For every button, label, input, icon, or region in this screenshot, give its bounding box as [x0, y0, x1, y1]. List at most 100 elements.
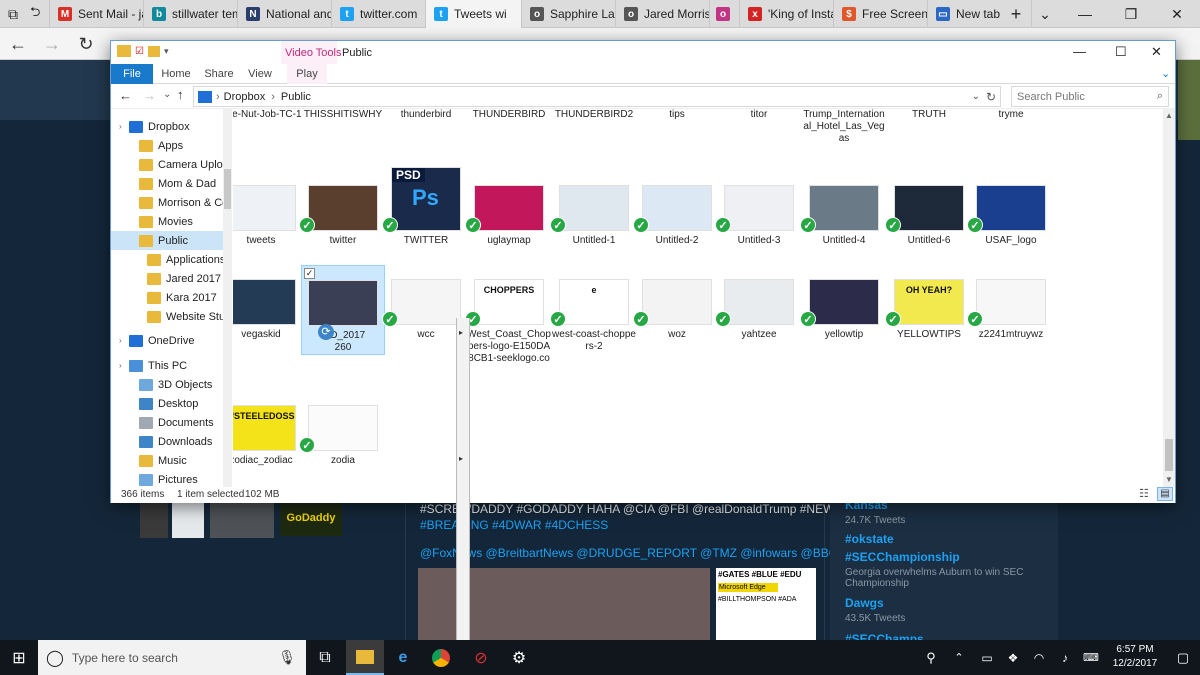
file-item[interactable]: ✓ zodia — [299, 391, 385, 467]
file-item[interactable]: ✓ Untitled-4 — [800, 171, 886, 247]
file-item[interactable]: tryme — [969, 109, 1053, 121]
select-checkbox[interactable]: ✓ — [304, 268, 315, 279]
notifications-icon[interactable]: ▢ — [1164, 640, 1200, 675]
breadcrumb-public[interactable]: Public — [281, 91, 311, 103]
tab-home[interactable]: Home — [157, 64, 195, 84]
expand-ribbon-icon[interactable]: ⌄ — [1161, 67, 1170, 80]
tweet-hashtags[interactable]: #BREAKING #4DWAR #4DCHESS — [420, 518, 608, 532]
refresh-icon[interactable]: ↻ — [74, 32, 98, 56]
browser-tab[interactable]: o Sapphire Las V — [522, 0, 616, 28]
file-item[interactable]: ✓ twitter — [299, 171, 385, 247]
tab-share[interactable]: Share — [201, 64, 237, 84]
new-tab-button[interactable]: + — [1000, 0, 1032, 28]
file-item[interactable]: ✓ Untitled-1 — [550, 171, 636, 247]
file-item[interactable]: ✓ yahtzee — [715, 265, 801, 341]
tweet-media-image[interactable]: #GATES #BLUE #EDU Microsoft Edge #BILLTH… — [716, 568, 816, 640]
file-item[interactable]: ✓vegaskid — [233, 265, 303, 341]
microphone-icon[interactable]: 🎙 — [278, 649, 296, 666]
back-arrow-icon[interactable]: ← — [119, 88, 132, 103]
file-item[interactable]: PSD Ps ✓ TWITTER — [382, 167, 468, 247]
back-arrow-icon[interactable]: ← — [6, 32, 30, 56]
file-item[interactable]: thunderbird — [384, 109, 468, 121]
file-item[interactable]: THUNDERBIRD — [467, 109, 551, 121]
file-item[interactable]: ✓ uglaymap — [465, 171, 551, 247]
nav-item[interactable]: Downloads — [111, 432, 223, 451]
browser-tab[interactable]: t Tweets wi — [426, 0, 522, 28]
nav-item[interactable]: Camera Uploads — [111, 155, 223, 174]
file-item[interactable]: ✓ USAF_logo — [967, 171, 1053, 247]
nav-item[interactable]: Public — [111, 231, 223, 250]
nav-item[interactable]: Kara 2017 — [111, 288, 223, 307]
file-item[interactable]: e ✓ west-coast-choppers-2 — [550, 265, 636, 353]
file-item[interactable]: OH YEAH? ✓ YELLOWTIPS — [885, 265, 971, 341]
trend-tag[interactable]: Dawgs — [845, 596, 884, 610]
browser-tab[interactable]: t twitter.com — [332, 0, 426, 28]
minimize-button[interactable]: — — [1073, 44, 1086, 59]
nav-item[interactable]: Documents — [111, 413, 223, 432]
customize-dropdown-icon[interactable]: ▾ — [164, 46, 169, 57]
tab-play[interactable]: Play — [287, 64, 327, 84]
file-item[interactable]: tips — [635, 109, 719, 121]
checklist-icon[interactable]: ☑ — [135, 46, 144, 57]
back-tab-button[interactable]: ⧉ ⮌ — [0, 0, 50, 28]
nav-item[interactable]: › OneDrive — [111, 331, 223, 350]
details-view-icon[interactable]: ☷ — [1139, 487, 1149, 500]
nav-item[interactable]: Pictures — [111, 470, 223, 487]
taskbar-search[interactable]: ◯ Type here to search 🎙 — [38, 640, 306, 675]
restore-button[interactable]: ❐ — [1108, 0, 1154, 28]
nav-item[interactable]: › This PC — [111, 356, 223, 375]
clock[interactable]: 6:57 PM 12/2/2017 — [1105, 643, 1165, 671]
file-item[interactable]: ✓ yellowtip — [800, 265, 886, 341]
nav-item[interactable]: 3D Objects — [111, 375, 223, 394]
expand-chevron-icon[interactable]: › — [119, 122, 122, 131]
close-button[interactable]: ✕ — [1154, 0, 1200, 28]
refresh-icon[interactable]: ↻ — [986, 90, 996, 104]
large-icons-view-icon[interactable]: ▤ — [1157, 487, 1173, 501]
search-input[interactable]: Search Public ⌕ — [1011, 86, 1169, 107]
settings-gear-icon[interactable]: ⚙ — [500, 640, 538, 675]
address-bar[interactable]: › Dropbox › Public ⌄ ↻ — [193, 86, 1001, 107]
content-scrollbar[interactable]: ▲ ▼ — [1163, 109, 1175, 487]
file-item[interactable]: TRUTH — [887, 109, 971, 121]
close-button[interactable]: ✕ — [1151, 44, 1162, 60]
nav-item[interactable]: Desktop — [111, 394, 223, 413]
scroll-thumb[interactable] — [1165, 439, 1173, 471]
tab-list-button[interactable]: ⌄ — [1030, 0, 1060, 28]
breadcrumb-dropbox[interactable]: Dropbox — [224, 91, 266, 103]
scroll-up-icon[interactable]: ▲ — [1165, 111, 1173, 120]
address-dropdown-icon[interactable]: ⌄ — [972, 91, 980, 102]
browser-tab[interactable]: M Sent Mail - jar — [50, 0, 144, 28]
file-item[interactable]: ✓ Untitled-2 — [633, 171, 719, 247]
tab-view[interactable]: View — [243, 64, 277, 84]
file-item[interactable]: ✓ woz — [633, 265, 719, 341]
nav-item[interactable]: › Dropbox — [111, 117, 223, 136]
browser-tab[interactable]: x 'King of Instag — [740, 0, 834, 28]
nav-item[interactable]: Movies — [111, 212, 223, 231]
trend-tag[interactable]: #okstate — [845, 532, 894, 546]
file-item[interactable]: ✓ Untitled-6 — [885, 171, 971, 247]
edge-icon[interactable]: e — [384, 640, 422, 675]
file-item[interactable]: #STEELEDOSSIER✓zodiac_zodiac — [233, 391, 303, 467]
browser-tab-instagram[interactable]: o — [710, 0, 740, 28]
nav-item[interactable]: Mom & Dad — [111, 174, 223, 193]
file-item[interactable]: titor — [717, 109, 801, 121]
forward-arrow-icon[interactable]: → — [143, 88, 156, 103]
file-item[interactable]: THISSHITISWHY — [301, 109, 385, 121]
recent-dropdown-icon[interactable]: ⌄ — [163, 89, 171, 100]
nav-item[interactable]: Jared 2017 — [111, 269, 223, 288]
file-item[interactable]: The-Nut-Job-TC-1 — [233, 109, 303, 121]
browser-tab[interactable]: N National and I — [238, 0, 332, 28]
browser-tab[interactable]: $ Free Screen Re — [834, 0, 928, 28]
file-item[interactable]: THUNDERBIRD2 — [552, 109, 636, 121]
godaddy-thumbnail[interactable]: GoDaddy — [280, 500, 342, 536]
windows-start-icon[interactable]: ⊞ — [0, 640, 38, 675]
file-item[interactable]: CHOPPERS ✓ West_Coast_Choppers-logo-E150DA… — [465, 265, 551, 365]
tweet-mentions[interactable]: @FoxNews @BreitbartNews @DRUDGE_REPORT @… — [420, 546, 878, 560]
nav-scroll-thumb[interactable] — [224, 169, 231, 209]
nav-item[interactable]: Morrison & Co — [111, 193, 223, 212]
file-item[interactable]: Trump_International_Hotel_Las_Vegas — [802, 109, 886, 145]
expand-chevron-icon[interactable]: › — [119, 361, 122, 370]
context-menu-strip[interactable]: ▸ ▸ — [456, 318, 470, 644]
file-explorer-icon[interactable] — [346, 640, 384, 675]
browser-tab[interactable]: b stillwater temp — [144, 0, 238, 28]
